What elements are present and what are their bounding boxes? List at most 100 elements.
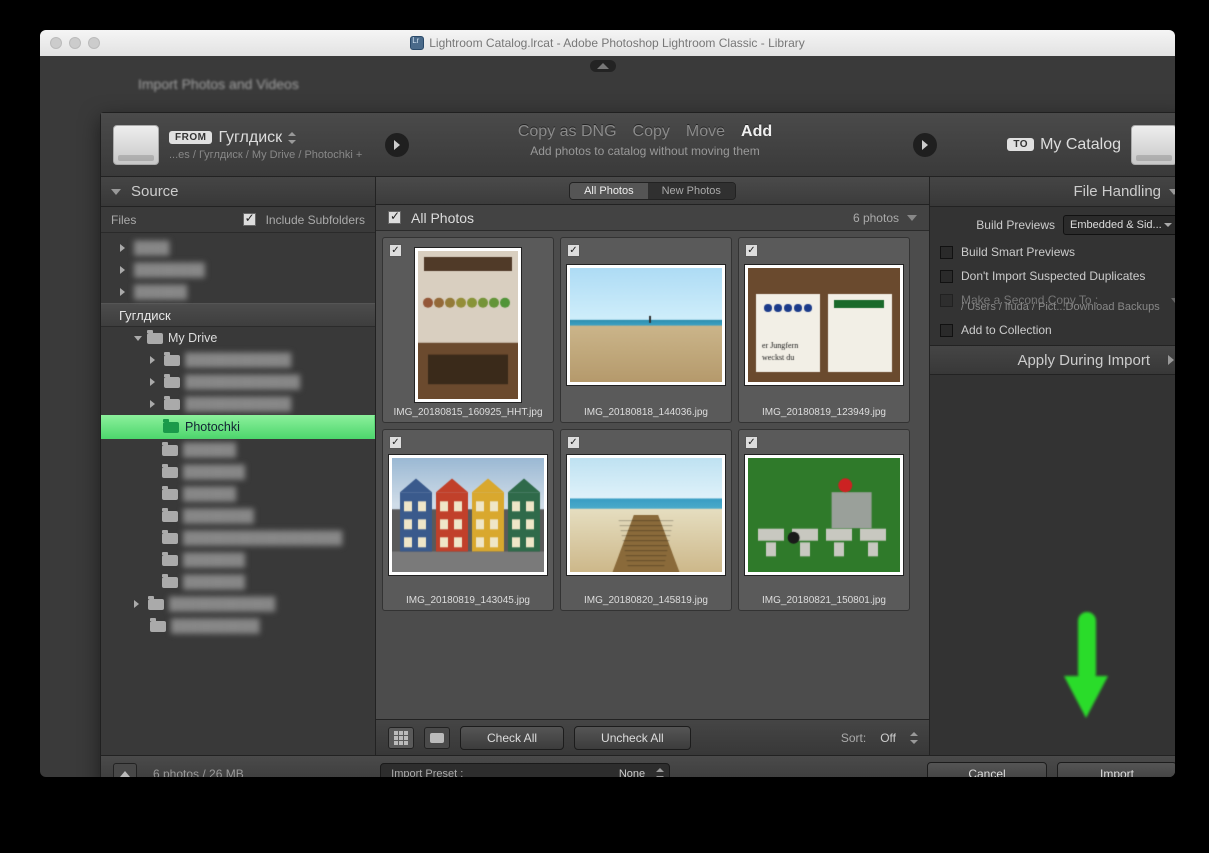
uncheck-all-button[interactable]: Uncheck All [574, 726, 691, 750]
folder-icon [162, 555, 178, 566]
import-button[interactable]: Import [1057, 762, 1175, 778]
include-subfolders-checkbox[interactable] [243, 213, 256, 226]
op-add[interactable]: Add [741, 123, 772, 141]
window-minimize-icon[interactable] [69, 37, 81, 49]
top-panel-toggle-icon[interactable] [590, 60, 616, 72]
sort-label: Sort: [841, 731, 866, 745]
thumbnail-image[interactable] [745, 455, 903, 575]
op-copy-dng[interactable]: Copy as DNG [518, 123, 617, 141]
second-copy-menu-icon[interactable] [1171, 298, 1175, 303]
arrow-to-icon[interactable] [913, 133, 937, 157]
tree-item: ███████ [101, 461, 375, 483]
thumbnail-cell[interactable]: ✓ IMG_20180819_123949.jpg [738, 237, 910, 423]
tree-item: ████████████ [101, 393, 375, 415]
thumb-checkbox[interactable]: ✓ [567, 436, 580, 449]
grid-view-button[interactable] [388, 727, 414, 749]
tab-all-photos[interactable]: All Photos [570, 183, 648, 199]
folder-icon [162, 489, 178, 500]
thumbnail-cell[interactable]: ✓IMG_20180821_150801.jpg [738, 429, 910, 611]
tree-item: ██████ [101, 483, 375, 505]
thumbnail-image[interactable] [389, 455, 547, 575]
sort-menu-icon[interactable] [910, 732, 917, 744]
sort-value[interactable]: Off [880, 731, 896, 745]
thumbnail-image[interactable] [415, 248, 521, 402]
thumbnail-caption: IMG_20180819_123949.jpg [739, 402, 909, 422]
thumbnail-cell[interactable]: ✓ IMG_20180820_145819.jpg [560, 429, 732, 611]
op-move[interactable]: Move [686, 123, 725, 141]
thumbnail-cell[interactable]: ✓IMG_20180815_160925_HHT.jpg [382, 237, 554, 423]
grid-options-icon[interactable] [907, 215, 917, 221]
thumb-checkbox[interactable]: ✓ [745, 244, 758, 257]
select-all-checkbox[interactable] [388, 211, 401, 224]
folder-icon [162, 577, 178, 588]
folder-tree[interactable]: ████ ████████ ██████ Гуглдиск My Drive █… [101, 233, 375, 755]
thumb-checkbox[interactable]: ✓ [389, 244, 402, 257]
disclosure-icon[interactable] [111, 189, 121, 195]
smart-previews-checkbox[interactable] [940, 246, 953, 259]
folder-icon [162, 445, 178, 456]
app-window: Lightroom Catalog.lrcat - Adobe Photosho… [40, 30, 1175, 777]
check-all-button[interactable]: Check All [460, 726, 564, 750]
right-panel: File Handling Build Previews Embedded & … [929, 177, 1175, 755]
folder-icon [150, 621, 166, 632]
apply-during-import-title: Apply During Import [1017, 352, 1150, 369]
loupe-view-button[interactable] [424, 727, 450, 749]
tree-item-my-drive[interactable]: My Drive [101, 327, 375, 349]
no-duplicates-checkbox[interactable] [940, 270, 953, 283]
minimal-view-button[interactable] [113, 763, 137, 778]
from-badge: FROM [169, 131, 212, 144]
thumbnail-image[interactable] [567, 455, 725, 575]
to-badge: TO [1007, 138, 1034, 151]
cancel-button[interactable]: Cancel [927, 762, 1047, 778]
disclosure-icon[interactable] [1169, 189, 1175, 195]
dialog-footer: 6 photos / 26 MB Import Preset : None Ca… [101, 755, 1175, 777]
thumbnail-image[interactable] [567, 265, 725, 385]
import-preset-dropdown[interactable]: Import Preset : None [380, 763, 670, 778]
photo-count: 6 photos [853, 211, 899, 225]
second-copy-checkbox[interactable] [940, 294, 953, 307]
arrow-from-icon[interactable] [385, 133, 409, 157]
tree-item: ████ [101, 237, 375, 259]
thumbnail-caption: IMG_20180819_143045.jpg [383, 590, 553, 610]
thumb-checkbox[interactable]: ✓ [745, 436, 758, 449]
source-name[interactable]: Гуглдиск [218, 129, 282, 147]
thumbnail-image[interactable] [745, 265, 903, 385]
tree-item: ███████ [101, 571, 375, 593]
menu-item-import[interactable]: Import Photos and Videos [138, 76, 299, 92]
folder-icon [162, 511, 178, 522]
window-zoom-icon[interactable] [88, 37, 100, 49]
disclosure-icon[interactable] [1168, 355, 1175, 365]
thumbnail-cell[interactable]: ✓ IMG_20180818_144036.jpg [560, 237, 732, 423]
file-handling-title: File Handling [1073, 183, 1161, 200]
import-dialog: FROM Гуглдиск ...es / Гуглдиск / My Driv… [100, 112, 1175, 777]
tree-item-photochki-selected[interactable]: Photochki [101, 415, 375, 439]
op-description: Add photos to catalog without moving the… [518, 144, 772, 158]
preset-menu-icon [656, 768, 663, 778]
op-copy[interactable]: Copy [633, 123, 670, 141]
thumbnail-caption: IMG_20180818_144036.jpg [561, 402, 731, 422]
folder-icon [164, 399, 180, 410]
tree-item: ███████ [101, 549, 375, 571]
add-collection-checkbox[interactable] [940, 324, 953, 337]
include-subfolders-toggle[interactable]: Include Subfolders [243, 213, 365, 227]
tab-new-photos[interactable]: New Photos [648, 183, 735, 199]
thumbnail-cell[interactable]: ✓ IMG_20180819_143045.jpg [382, 429, 554, 611]
thumbnail-caption: IMG_20180820_145819.jpg [561, 590, 731, 610]
center-toolbar: Check All Uncheck All Sort: Off [376, 719, 929, 755]
thumbnail-grid: ✓IMG_20180815_160925_HHT.jpg✓IMG_2018081… [376, 231, 929, 719]
tree-item: ██████ [101, 281, 375, 303]
thumb-checkbox[interactable]: ✓ [567, 244, 580, 257]
import-header: FROM Гуглдиск ...es / Гуглдиск / My Driv… [101, 113, 1175, 177]
window-close-icon[interactable] [50, 37, 62, 49]
tree-item: ████████ [101, 505, 375, 527]
volume-header[interactable]: Гуглдиск [101, 303, 375, 327]
thumb-checkbox[interactable]: ✓ [389, 436, 402, 449]
folder-icon [164, 355, 180, 366]
build-previews-dropdown[interactable]: Embedded & Sid... [1063, 215, 1175, 235]
source-menu-icon[interactable] [288, 132, 295, 144]
source-path: ...es / Гуглдиск / My Drive / Photochki … [169, 149, 362, 161]
window-title: Lightroom Catalog.lrcat - Adobe Photosho… [40, 36, 1175, 50]
tree-item: ████████ [101, 259, 375, 281]
folder-icon [164, 377, 180, 388]
folder-icon [148, 599, 164, 610]
